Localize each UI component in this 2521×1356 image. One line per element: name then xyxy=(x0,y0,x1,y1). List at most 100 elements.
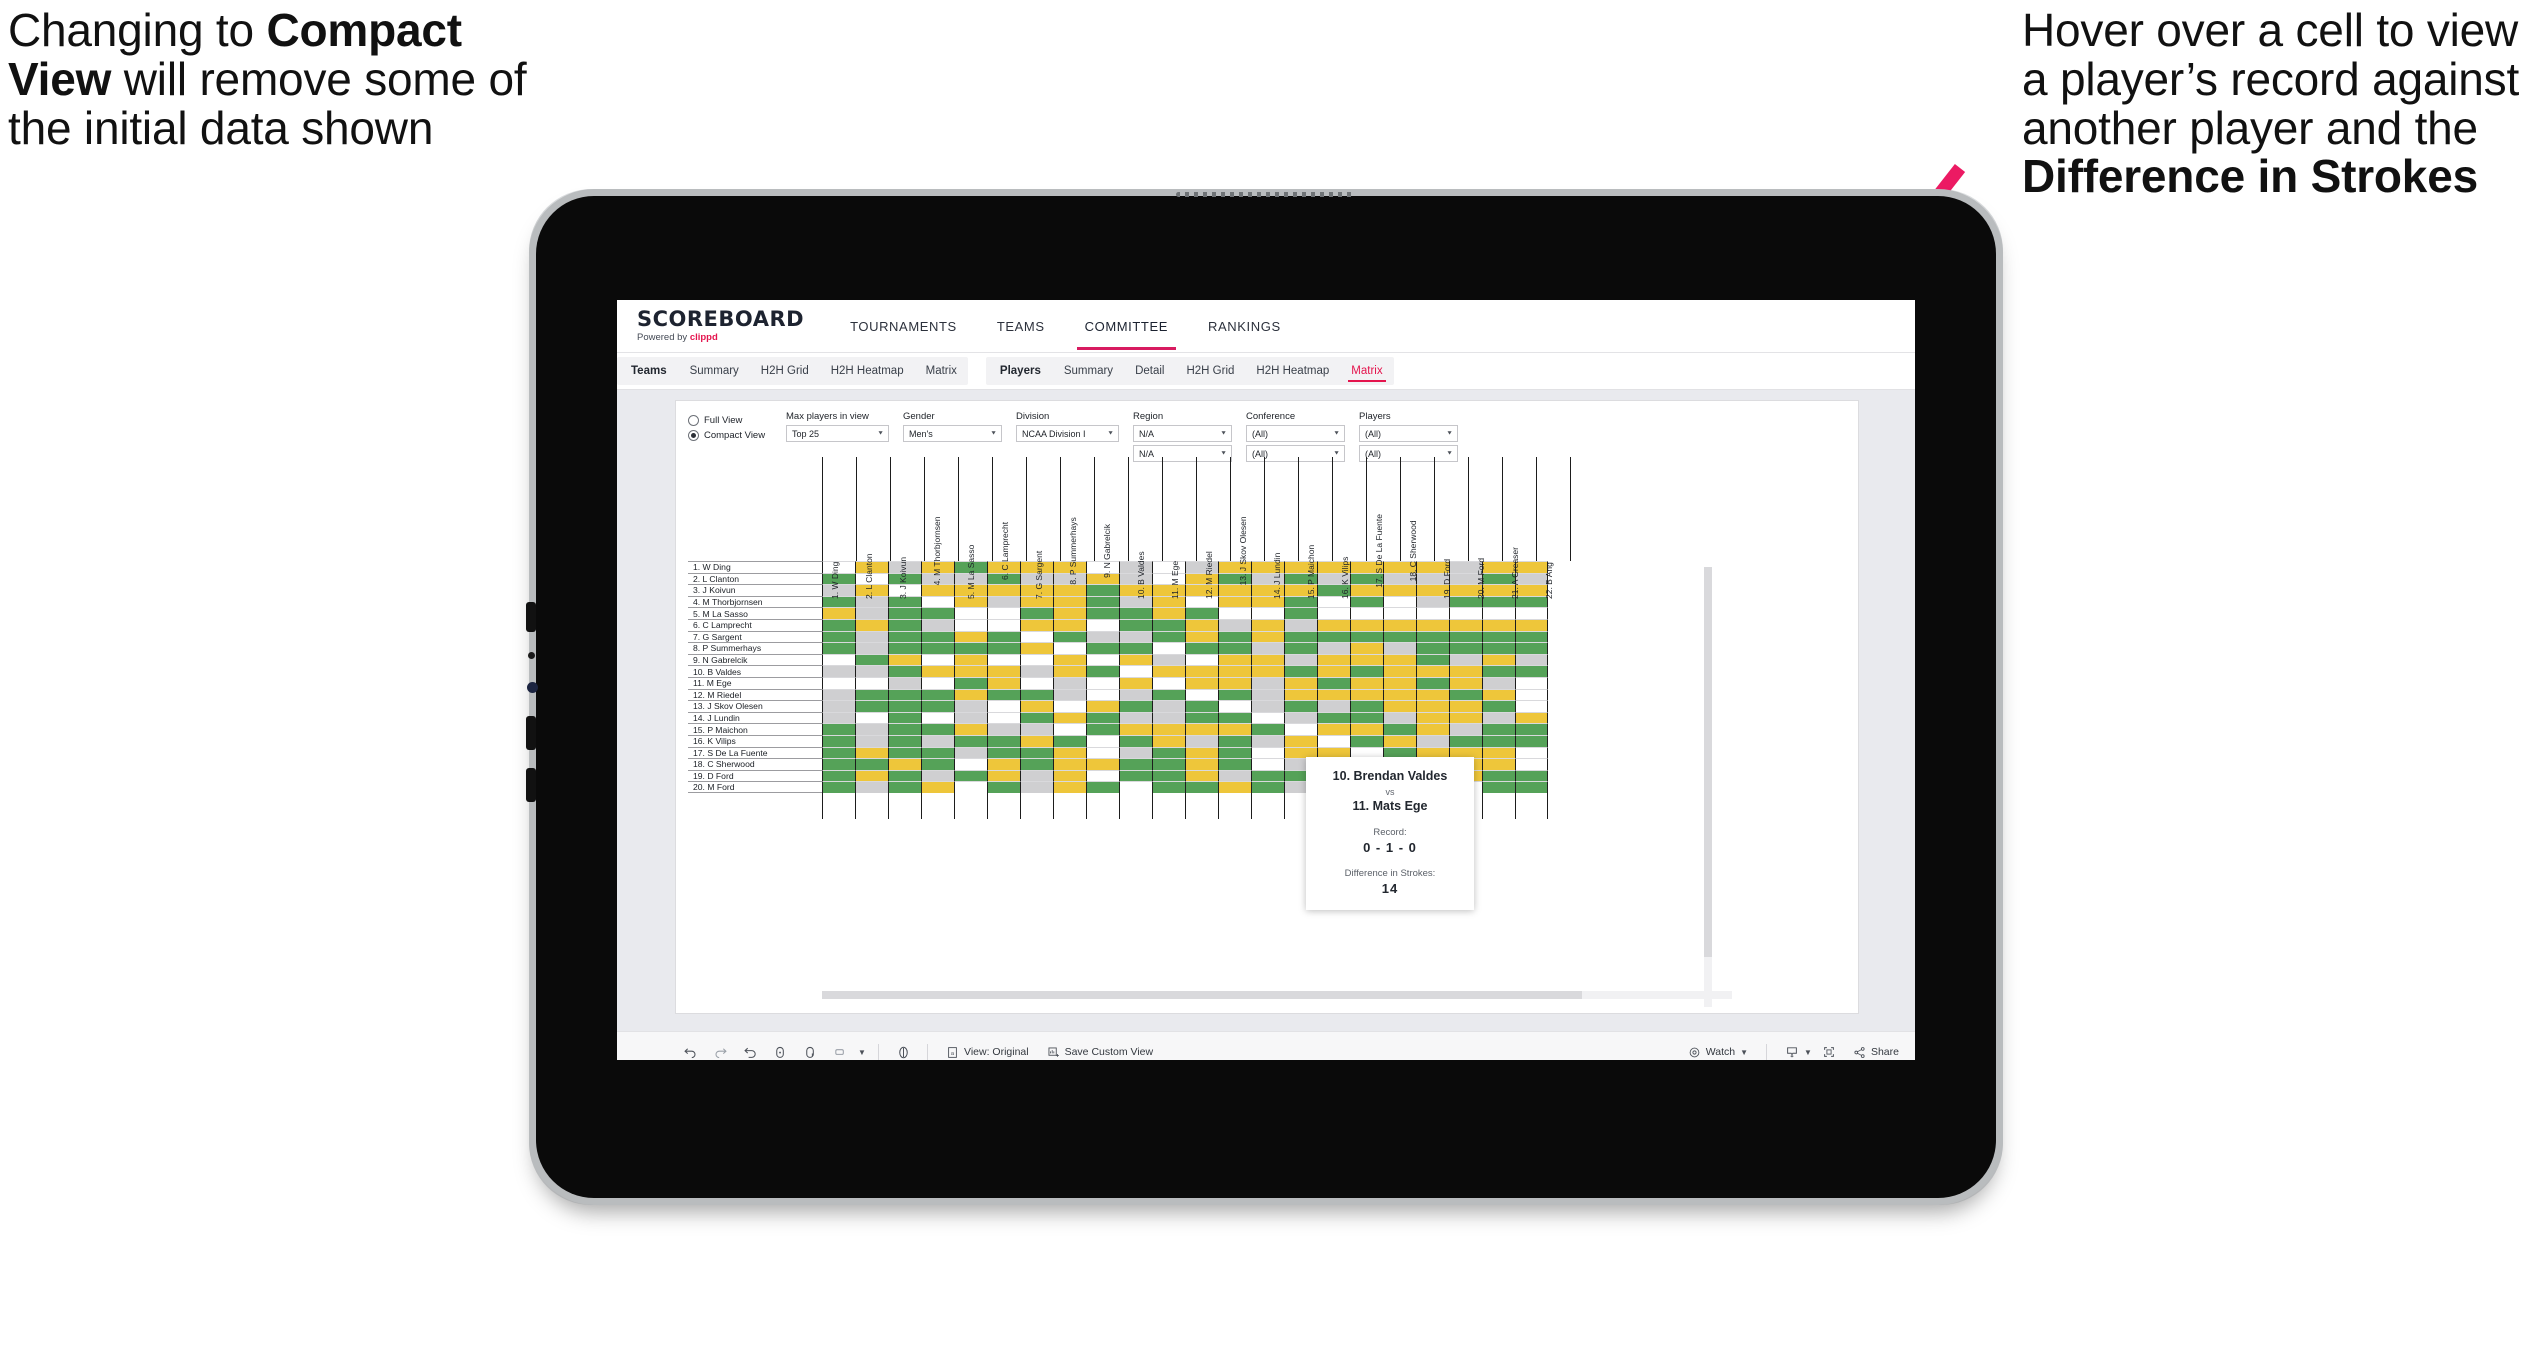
matrix-cell[interactable] xyxy=(1053,642,1086,654)
matrix-cell[interactable] xyxy=(855,700,888,712)
matrix-cell[interactable] xyxy=(1350,642,1383,654)
matrix-horizontal-scrollbar-thumb[interactable] xyxy=(822,991,1582,999)
matrix-cell[interactable] xyxy=(1515,781,1548,793)
matrix-cell[interactable] xyxy=(1317,734,1350,747)
matrix-cell[interactable] xyxy=(1383,607,1416,619)
matrix-cell[interactable] xyxy=(1284,734,1317,747)
matrix-cell[interactable] xyxy=(822,781,855,793)
matrix-cell[interactable] xyxy=(888,746,921,759)
matrix-cell[interactable] xyxy=(954,734,987,747)
matrix-cell[interactable] xyxy=(822,630,855,643)
matrix-cell[interactable] xyxy=(855,734,888,747)
matrix-cell[interactable] xyxy=(954,688,987,701)
download-button[interactable]: ▼ xyxy=(1776,1045,1814,1059)
matrix-cell[interactable] xyxy=(1086,607,1119,619)
device-power-button[interactable] xyxy=(526,602,536,632)
matrix-cell[interactable] xyxy=(1185,642,1218,654)
matrix-cell[interactable] xyxy=(855,711,888,724)
matrix-cell[interactable] xyxy=(1383,630,1416,643)
matrix-cell[interactable] xyxy=(822,734,855,747)
matrix-cell[interactable] xyxy=(1350,700,1383,712)
matrix-cell[interactable] xyxy=(1086,769,1119,782)
matrix-cell[interactable] xyxy=(1251,781,1284,793)
matrix-cell[interactable] xyxy=(1383,665,1416,677)
matrix-cell[interactable] xyxy=(1350,618,1383,631)
matrix-cell[interactable] xyxy=(1416,653,1449,666)
matrix-cell[interactable] xyxy=(855,781,888,793)
matrix-cell[interactable] xyxy=(1284,607,1317,619)
matrix-cell[interactable] xyxy=(1515,607,1548,619)
matrix-cell[interactable] xyxy=(1053,769,1086,782)
matrix-cell[interactable] xyxy=(1020,734,1053,747)
matrix-cell[interactable] xyxy=(1020,769,1053,782)
matrix-cell[interactable] xyxy=(822,653,855,666)
matrix-cell[interactable] xyxy=(921,688,954,701)
matrix-cell[interactable] xyxy=(1086,723,1119,735)
matrix-cell[interactable] xyxy=(1482,618,1515,631)
watch-button[interactable]: Watch ▼ xyxy=(1679,1046,1757,1059)
matrix-cell[interactable] xyxy=(1416,711,1449,724)
matrix-cell[interactable] xyxy=(1218,734,1251,747)
matrix-cell[interactable] xyxy=(954,711,987,724)
matrix-cell[interactable] xyxy=(954,723,987,735)
matrix-cell[interactable] xyxy=(1185,723,1218,735)
matrix-cell[interactable] xyxy=(1185,676,1218,689)
matrix-cell[interactable] xyxy=(1053,700,1086,712)
matrix-cell[interactable] xyxy=(1218,769,1251,782)
matrix-cell[interactable] xyxy=(987,618,1020,631)
matrix-cell[interactable] xyxy=(921,665,954,677)
matrix-cell[interactable] xyxy=(1119,758,1152,770)
matrix-cell[interactable] xyxy=(1119,723,1152,735)
matrix-cell[interactable] xyxy=(1020,618,1053,631)
matrix-cell[interactable] xyxy=(987,676,1020,689)
tab-teams-h2h-heatmap[interactable]: H2H Heatmap xyxy=(820,357,915,385)
matrix-cell[interactable] xyxy=(1317,723,1350,735)
matrix-cell[interactable] xyxy=(1251,618,1284,631)
matrix-cell[interactable] xyxy=(1416,676,1449,689)
matrix-cell[interactable] xyxy=(1185,734,1218,747)
matrix-cell[interactable] xyxy=(1086,653,1119,666)
matrix-cell[interactable] xyxy=(1119,653,1152,666)
matrix-cell[interactable] xyxy=(822,665,855,677)
matrix-cell[interactable] xyxy=(1152,572,1185,585)
matrix-cell[interactable] xyxy=(1317,653,1350,666)
matrix-cell[interactable] xyxy=(1251,769,1284,782)
matrix-cell[interactable] xyxy=(1350,607,1383,619)
matrix-cell[interactable] xyxy=(954,781,987,793)
matrix-vertical-scrollbar-thumb[interactable] xyxy=(1704,567,1712,957)
matrix-cell[interactable] xyxy=(987,746,1020,759)
matrix-cell[interactable] xyxy=(1515,630,1548,643)
matrix-cell[interactable] xyxy=(1416,723,1449,735)
matrix-viewport[interactable]: 1. W Ding 2. L Clanton 3. J Koivun 4. M Tho… xyxy=(676,457,1858,1013)
view-original-button[interactable]: a View: Original xyxy=(937,1046,1038,1059)
save-custom-view-button[interactable]: Save Custom View xyxy=(1038,1046,1163,1059)
matrix-cell[interactable] xyxy=(1317,700,1350,712)
matrix-cell[interactable] xyxy=(1086,711,1119,724)
matrix-cell[interactable] xyxy=(1119,769,1152,782)
matrix-cell[interactable] xyxy=(1284,688,1317,701)
matrix-cell[interactable] xyxy=(1020,700,1053,712)
matrix-cell[interactable] xyxy=(921,676,954,689)
matrix-cell[interactable] xyxy=(1185,769,1218,782)
matrix-cell[interactable] xyxy=(1284,676,1317,689)
tab-players-h2h-grid[interactable]: H2H Grid xyxy=(1175,357,1245,385)
matrix-cell[interactable] xyxy=(1449,700,1482,712)
matrix-cell[interactable] xyxy=(1152,607,1185,619)
radio-full-view-circle[interactable] xyxy=(688,415,699,426)
matrix-cell[interactable] xyxy=(1152,711,1185,724)
matrix-cell[interactable] xyxy=(1020,676,1053,689)
matrix-cell[interactable] xyxy=(1416,734,1449,747)
matrix-cell[interactable] xyxy=(1152,734,1185,747)
matrix-cell[interactable] xyxy=(1482,769,1515,782)
matrix-cell[interactable] xyxy=(954,665,987,677)
matrix-cell[interactable] xyxy=(888,665,921,677)
matrix-cell[interactable] xyxy=(1086,676,1119,689)
matrix-vertical-scrollbar[interactable] xyxy=(1704,567,1712,1007)
matrix-cell[interactable] xyxy=(855,676,888,689)
matrix-cell[interactable] xyxy=(1416,618,1449,631)
matrix-cell[interactable] xyxy=(1515,676,1548,689)
matrix-cell[interactable] xyxy=(1251,723,1284,735)
matrix-cell[interactable] xyxy=(1251,665,1284,677)
matrix-cell[interactable] xyxy=(1152,584,1185,596)
matrix-cell[interactable] xyxy=(1185,758,1218,770)
